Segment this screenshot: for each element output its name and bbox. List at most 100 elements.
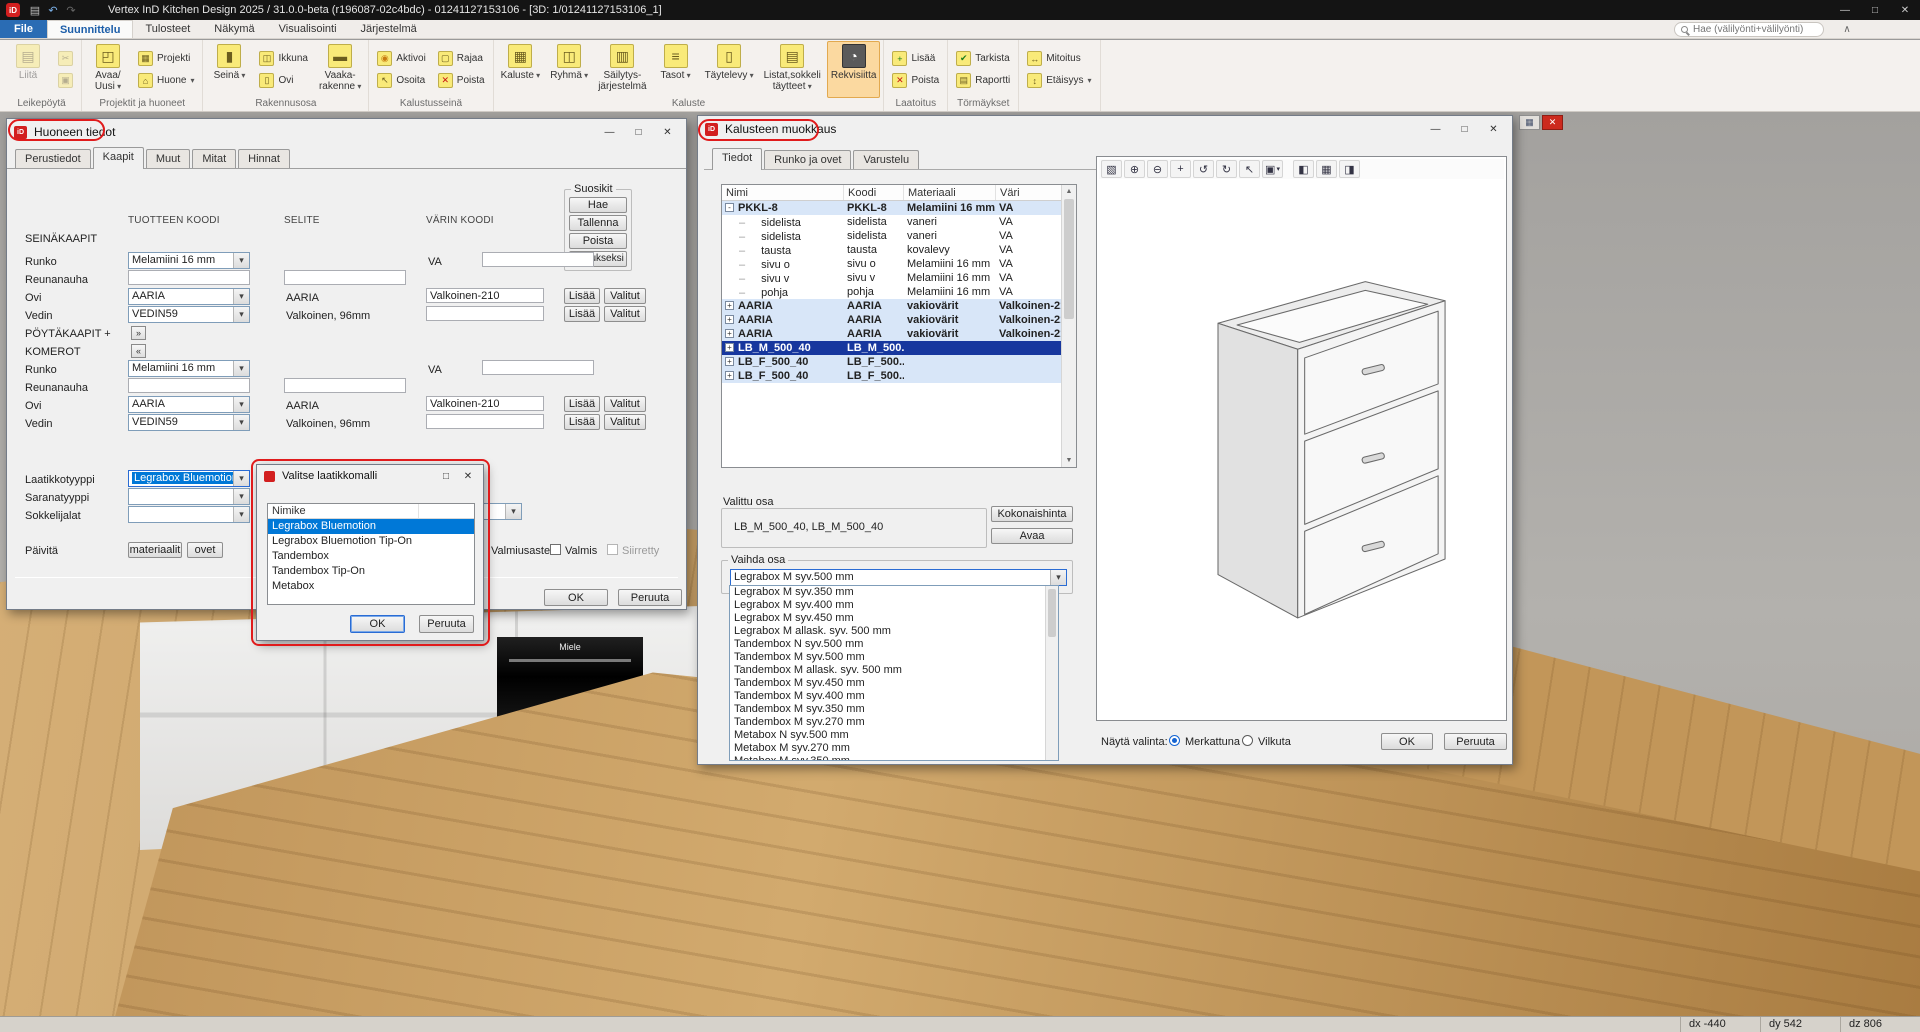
- rotate-ccw-button[interactable]: ↺: [1193, 160, 1214, 178]
- pointer-button[interactable]: ↖: [1239, 160, 1260, 178]
- parts-table-scrollbar[interactable]: ▲ ▼: [1061, 185, 1076, 467]
- cancel-button[interactable]: Peruuta: [1444, 733, 1507, 750]
- osoita-button[interactable]: ↖Osoita: [372, 71, 430, 90]
- copy-up-button[interactable]: «: [131, 344, 146, 358]
- expand-toggle-icon[interactable]: +: [725, 371, 734, 380]
- dialog-tab[interactable]: Varustelu: [853, 150, 919, 169]
- ovi-button[interactable]: ▯Ovi: [254, 71, 312, 90]
- dialog-tab[interactable]: Runko ja ovet: [764, 150, 851, 169]
- col-koodi[interactable]: Koodi: [844, 185, 904, 200]
- maximize-window-button[interactable]: □: [1860, 0, 1890, 20]
- expand-toggle-icon[interactable]: +: [725, 343, 734, 352]
- expand-toggle-icon[interactable]: +: [725, 357, 734, 366]
- dropdown-option[interactable]: Tandembox M syv.400 mm: [730, 690, 1045, 703]
- part-row[interactable]: +LB_F_500_40 LB_F_500...: [722, 369, 1061, 383]
- dialog-tab[interactable]: Hinnat: [238, 149, 290, 168]
- marked-radio[interactable]: [1169, 735, 1180, 746]
- close-button[interactable]: ✕: [1479, 119, 1508, 139]
- base-door-combo[interactable]: AARIA: [128, 396, 250, 413]
- wall-edgeband-input[interactable]: [128, 270, 250, 285]
- menu-tab[interactable]: Visualisointi: [267, 20, 349, 38]
- restore-view-button[interactable]: ▦: [1519, 115, 1540, 130]
- maximize-button[interactable]: □: [1450, 119, 1479, 139]
- menu-tab[interactable]: Järjestelmä: [349, 20, 429, 38]
- wall-handle-add-button[interactable]: Lisää: [564, 306, 600, 322]
- dropdown-option[interactable]: Metabox M syv.350 mm: [730, 755, 1045, 761]
- rekvisiitta-button[interactable]: ◔Rekvisiitta: [827, 41, 881, 98]
- texture-button[interactable]: ▦: [1316, 160, 1337, 178]
- update-doors-button[interactable]: ovet: [187, 542, 223, 558]
- total-price-button[interactable]: Kokonaishinta: [991, 506, 1073, 522]
- poista-button[interactable]: ✕Poista: [887, 71, 944, 90]
- dropdown-option[interactable]: Tandembox M syv.450 mm: [730, 677, 1045, 690]
- base-frame-combo[interactable]: Melamiini 16 mm: [128, 360, 250, 377]
- raportti-button[interactable]: ▤Raportti: [951, 71, 1015, 90]
- drawer-type-combo[interactable]: Legrabox Bluemotion: [128, 470, 250, 487]
- favorites-delete-button[interactable]: Poista: [569, 233, 627, 249]
- shading-button[interactable]: ◧: [1293, 160, 1314, 178]
- dropdown-option[interactable]: Tandembox M syv.350 mm: [730, 703, 1045, 716]
- wall-handle-color-input[interactable]: [426, 306, 544, 321]
- tasot-button[interactable]: ≡Tasot ▾: [653, 41, 699, 98]
- dropdown-option[interactable]: Tandembox M syv.500 mm: [730, 651, 1045, 664]
- base-handle-combo[interactable]: VEDIN59: [128, 414, 250, 431]
- expand-toggle-icon[interactable]: +: [725, 329, 734, 338]
- ryhmä-button[interactable]: ◫Ryhmä ▾: [546, 41, 592, 98]
- viewmode-button[interactable]: ▣▾: [1262, 160, 1283, 178]
- tarkista-button[interactable]: ✔Tarkista: [951, 49, 1015, 68]
- expand-toggle-icon[interactable]: +: [725, 315, 734, 324]
- col-vari[interactable]: Väri: [996, 185, 1061, 200]
- dialog-tab[interactable]: Kaapit: [93, 147, 144, 169]
- col-materiaali[interactable]: Materiaali: [904, 185, 996, 200]
- furniture-dialog-titlebar[interactable]: iD Kalusteen muokkaus — □ ✕: [698, 116, 1512, 142]
- part-row[interactable]: tausta tausta kovalevy VA: [722, 243, 1061, 257]
- dialog-tab[interactable]: Muut: [146, 149, 190, 168]
- room-dialog-titlebar[interactable]: iD Huoneen tiedot — □ ✕: [7, 119, 686, 145]
- minimize-window-button[interactable]: —: [1830, 0, 1860, 20]
- base-frame-color-input[interactable]: [482, 360, 594, 375]
- lisää-button[interactable]: +Lisää: [887, 49, 944, 68]
- dropdown-option[interactable]: Tandembox M syv.270 mm: [730, 716, 1045, 729]
- menu-tab[interactable]: File: [0, 20, 47, 38]
- dropdown-option[interactable]: Metabox M syv.270 mm: [730, 742, 1045, 755]
- favorites-search-button[interactable]: Hae: [569, 197, 627, 213]
- part-row[interactable]: +AARIA AARIA vakiovärit Valkoinen-210: [722, 299, 1061, 313]
- wall-edgeband-desc-input[interactable]: [284, 270, 406, 285]
- drawer-model-option[interactable]: Tandembox Tip-On: [268, 564, 474, 579]
- base-handle-add-button[interactable]: Lisää: [564, 414, 600, 430]
- ikkuna-button[interactable]: ◫Ikkuna: [254, 49, 312, 68]
- dropdown-option[interactable]: Metabox N syv.500 mm: [730, 729, 1045, 742]
- part-row[interactable]: +LB_M_500_40 LB_M_500...: [722, 341, 1061, 355]
- base-handle-selected-button[interactable]: Valitut: [604, 414, 646, 430]
- replace-part-combo[interactable]: Legrabox M syv.500 mm: [730, 569, 1067, 586]
- undo-icon[interactable]: ↶: [44, 4, 62, 17]
- mitoitus-button[interactable]: ↔Mitoitus: [1022, 49, 1096, 68]
- hinge-type-combo[interactable]: [128, 488, 250, 505]
- zoom-in-button[interactable]: ⊕: [1124, 160, 1145, 178]
- close-button[interactable]: ✕: [653, 122, 682, 142]
- dropdown-option[interactable]: Legrabox M syv.400 mm: [730, 599, 1045, 612]
- zoom-window-button[interactable]: ▧: [1101, 160, 1122, 178]
- open-part-button[interactable]: Avaa: [991, 528, 1073, 544]
- save-icon[interactable]: ▤: [26, 4, 44, 17]
- etäisyys-button[interactable]: ↕Etäisyys▾: [1022, 71, 1096, 90]
- maximize-button[interactable]: □: [624, 122, 653, 142]
- wall-handle-selected-button[interactable]: Valitut: [604, 306, 646, 322]
- wall-handle-combo[interactable]: VEDIN59: [128, 306, 250, 323]
- close-view-button[interactable]: ✕: [1542, 115, 1563, 130]
- minimize-button[interactable]: —: [1421, 119, 1450, 139]
- wall-door-selected-button[interactable]: Valitut: [604, 288, 646, 304]
- copy-icon-button[interactable]: ▣: [53, 71, 78, 90]
- dropdown-option[interactable]: Legrabox M syv.350 mm: [730, 586, 1045, 599]
- plinth-feet-combo[interactable]: [128, 506, 250, 523]
- cabinet-preview[interactable]: [1192, 252, 1452, 632]
- drawer-model-option[interactable]: Tandembox: [268, 549, 474, 564]
- favorites-save-button[interactable]: Tallenna: [569, 215, 627, 231]
- menu-tab[interactable]: Suunnittelu: [47, 20, 134, 38]
- search-input[interactable]: [1693, 24, 1817, 35]
- pan-button[interactable]: +: [1170, 160, 1191, 178]
- drawer-model-option[interactable]: Legrabox Bluemotion Tip-On: [268, 534, 474, 549]
- part-row[interactable]: sivu o sivu o Melamiini 16 mm VA: [722, 257, 1061, 271]
- base-door-selected-button[interactable]: Valitut: [604, 396, 646, 412]
- update-materials-button[interactable]: materiaalit: [128, 542, 182, 558]
